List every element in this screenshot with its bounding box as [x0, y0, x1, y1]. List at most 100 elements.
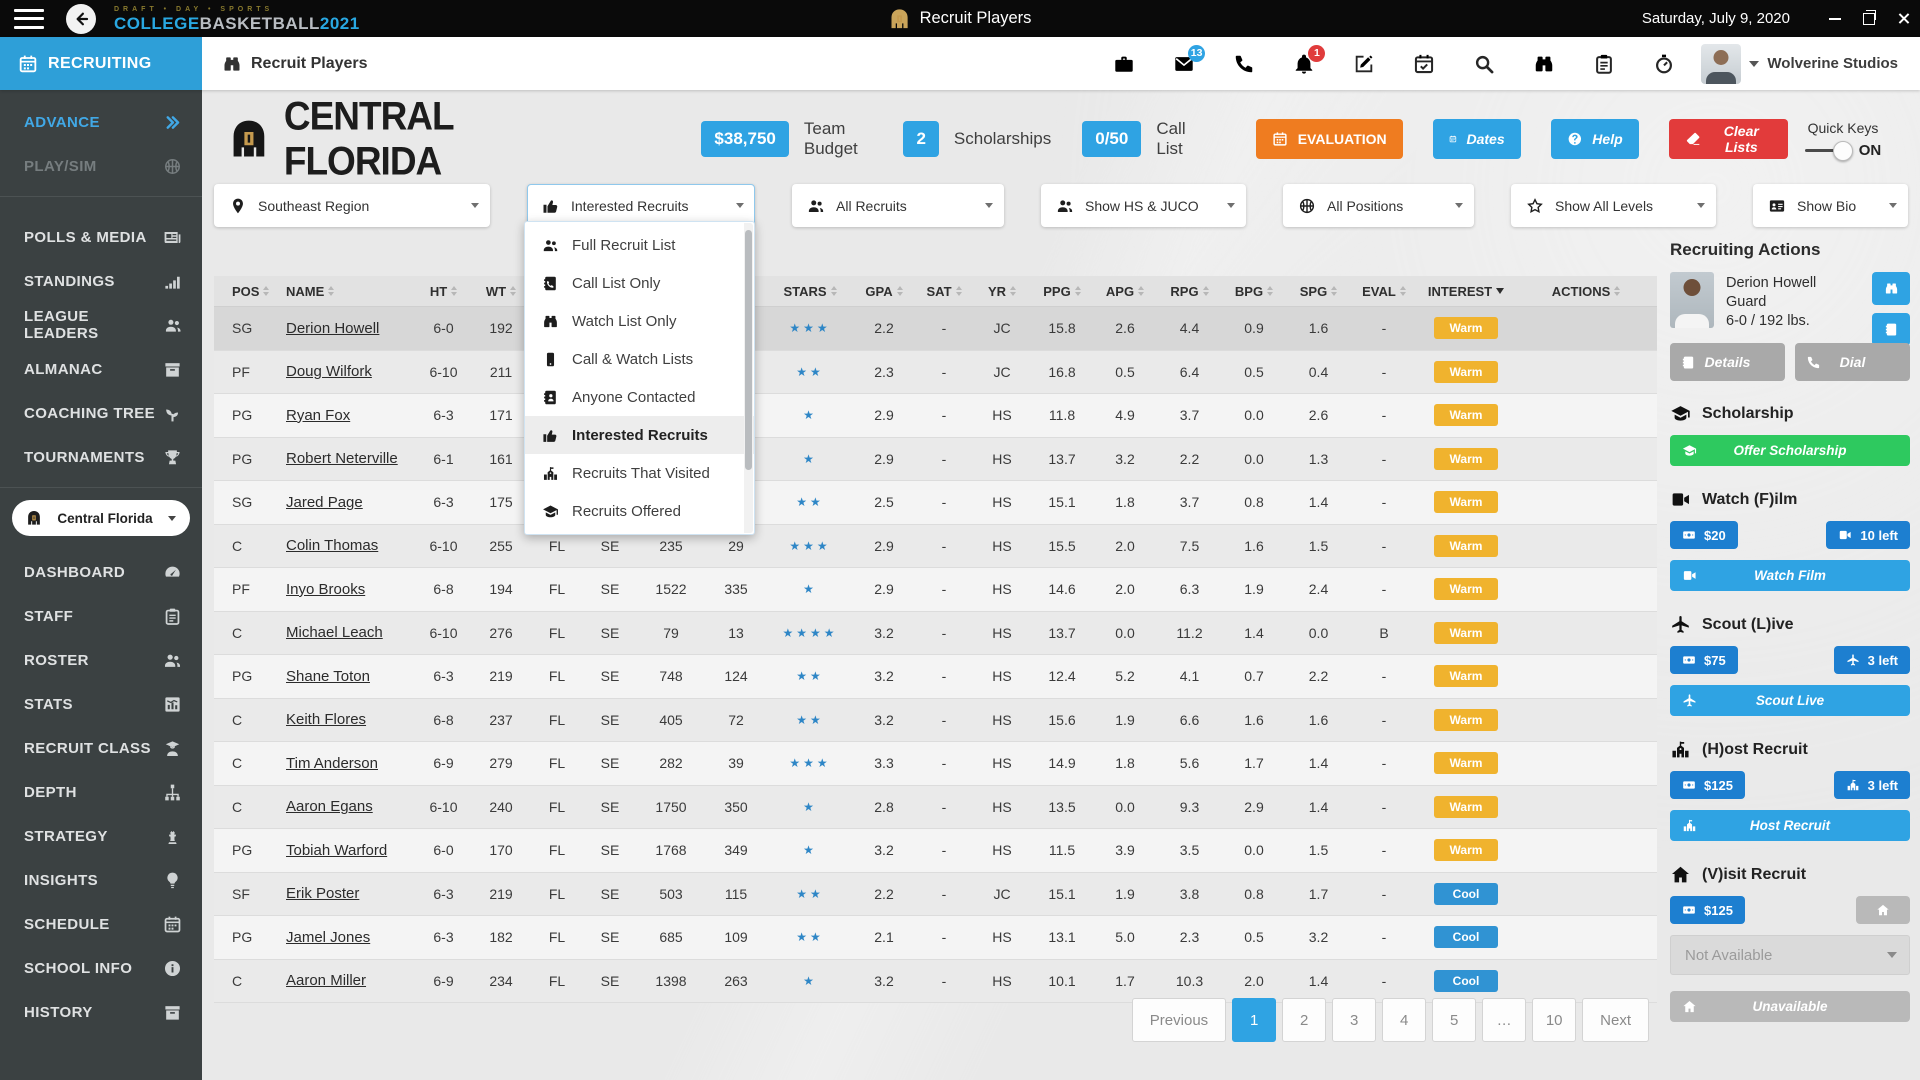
dropdown-item-anyone-contacted[interactable]: Anyone Contacted [525, 378, 754, 416]
filter-southeast-region[interactable]: Southeast Region [214, 184, 490, 227]
player-link[interactable]: Inyo Brooks [286, 581, 365, 598]
column-header-apg[interactable]: APG [1093, 284, 1157, 299]
filter-show-bio[interactable]: Show Bio [1753, 184, 1908, 227]
table-row[interactable]: CKeith Flores6-8237FLSE40572★★3.2-HS15.6… [214, 699, 1657, 743]
sidebar-item-history[interactable]: HISTORY [0, 990, 202, 1034]
sidebar-item-standings[interactable]: STANDINGS [0, 259, 202, 303]
player-link[interactable]: Erik Poster [286, 885, 359, 902]
table-row[interactable]: PGRobert Neterville6-1161★2.9-HS13.73.22… [214, 438, 1657, 482]
player-link[interactable]: Jared Page [286, 494, 363, 511]
sidebar-item-staff[interactable]: STAFF [0, 594, 202, 638]
visit-home-button[interactable] [1856, 896, 1910, 924]
table-row[interactable]: CAaron Egans6-10240FLSE1750350★2.8-HS13.… [214, 786, 1657, 830]
page-button-5[interactable]: 5 [1432, 998, 1476, 1042]
player-link[interactable]: Aaron Miller [286, 972, 366, 989]
minimize-button[interactable] [1818, 0, 1852, 37]
player-link[interactable]: Michael Leach [286, 624, 383, 641]
clear-lists-button[interactable]: Clear Lists [1669, 119, 1788, 159]
watch-film-button[interactable]: Watch Film [1670, 560, 1910, 591]
table-row[interactable]: CMichael Leach6-10276FLSE7913★★★★3.2-HS1… [214, 612, 1657, 656]
column-header-yr[interactable]: YR [973, 284, 1031, 299]
player-link[interactable]: Doug Wilfork [286, 363, 372, 380]
sidebar-item-roster[interactable]: ROSTER [0, 638, 202, 682]
player-link[interactable]: Robert Neterville [286, 450, 398, 467]
visit-availability-select[interactable]: Not Available [1670, 935, 1910, 975]
dropdown-item-call-watch-lists[interactable]: Call & Watch Lists [525, 340, 754, 378]
table-row[interactable]: PGJamel Jones6-3182FLSE685109★★2.1-HS13.… [214, 916, 1657, 960]
clipboard-icon[interactable] [1593, 53, 1615, 75]
column-header-bpg[interactable]: BPG [1222, 284, 1286, 299]
briefcase-icon[interactable] [1113, 53, 1135, 75]
search-icon[interactable] [1473, 53, 1495, 75]
sidebar-item-insights[interactable]: INSIGHTS [0, 858, 202, 902]
sidebar-item-schedule[interactable]: SCHEDULE [0, 902, 202, 946]
table-row[interactable]: PFDoug Wilfork6-10211★★2.3-JC16.80.56.40… [214, 351, 1657, 395]
help-button[interactable]: Help [1551, 119, 1639, 159]
mail-icon[interactable]: 13 [1173, 53, 1195, 75]
column-header-sat[interactable]: SAT [915, 284, 973, 299]
offer-scholarship-button[interactable]: Offer Scholarship [1670, 435, 1910, 466]
player-link[interactable]: Colin Thomas [286, 537, 378, 554]
table-row[interactable]: PGShane Toton6-3219FLSE748124★★3.2-HS12.… [214, 655, 1657, 699]
filter-show-all-levels[interactable]: Show All Levels [1511, 184, 1716, 227]
user-menu[interactable]: Wolverine Studios [1701, 44, 1898, 84]
compose-icon[interactable] [1353, 53, 1375, 75]
call-list-button[interactable] [1872, 313, 1910, 346]
sidebar-item-depth[interactable]: DEPTH [0, 770, 202, 814]
table-row[interactable]: SGDerion Howell6-0192★★★2.2-JC15.82.64.4… [214, 307, 1657, 351]
sidebar-item-play-sim[interactable]: PLAY/SIM [0, 144, 202, 188]
dropdown-item-recruits-offered[interactable]: Recruits Offered [525, 492, 754, 530]
dropdown-item-full-recruit-list[interactable]: Full Recruit List [525, 226, 754, 264]
page-button-2[interactable]: 2 [1282, 998, 1326, 1042]
sidebar-item-tournaments[interactable]: TOURNAMENTS [0, 435, 202, 479]
close-button[interactable] [1886, 0, 1920, 37]
page-button-3[interactable]: 3 [1332, 998, 1376, 1042]
column-header-name[interactable]: NAME [266, 284, 416, 299]
table-row[interactable]: CTim Anderson6-9279FLSE28239★★★3.3-HS14.… [214, 742, 1657, 786]
column-header-rpg[interactable]: RPG [1157, 284, 1222, 299]
player-link[interactable]: Tobiah Warford [286, 842, 387, 859]
table-row[interactable]: SGJared Page6-3175★★2.5-HS15.11.83.70.81… [214, 481, 1657, 525]
dropdown-item-interested-recruits[interactable]: Interested Recruits [525, 416, 754, 454]
calendar-check-icon[interactable] [1413, 53, 1435, 75]
table-row[interactable]: CColin Thomas6-10255FLSE23529★★★2.9-HS15… [214, 525, 1657, 569]
page-button-4[interactable]: 4 [1382, 998, 1426, 1042]
dropdown-item-recruits-that-visited[interactable]: Recruits That Visited [525, 454, 754, 492]
table-row[interactable]: SFErik Poster6-3219FLSE503115★★2.2-JC15.… [214, 873, 1657, 917]
binoculars-toolbar-icon[interactable] [1533, 53, 1555, 75]
column-header-gpa[interactable]: GPA [853, 284, 915, 299]
scout-live-button[interactable]: Scout Live [1670, 685, 1910, 716]
page-button-10[interactable]: 10 [1532, 998, 1576, 1042]
table-row[interactable]: PGTobiah Warford6-0170FLSE1768349★3.2-HS… [214, 829, 1657, 873]
column-header-ppg[interactable]: PPG [1031, 284, 1093, 299]
quick-keys-toggle[interactable] [1805, 149, 1849, 152]
filter-show-hs-juco[interactable]: Show HS & JUCO [1041, 184, 1246, 227]
filter-all-recruits[interactable]: All Recruits [792, 184, 1004, 227]
player-link[interactable]: Jamel Jones [286, 929, 370, 946]
player-link[interactable]: Keith Flores [286, 711, 366, 728]
dropdown-scrollbar[interactable] [744, 223, 753, 533]
player-link[interactable]: Derion Howell [286, 320, 379, 337]
table-row[interactable]: CAaron Miller6-9234FLSE1398263★3.2-HS10.… [214, 960, 1657, 1004]
sidebar-item-school-info[interactable]: SCHOOL INFO [0, 946, 202, 990]
sidebar-item-coaching-tree[interactable]: COACHING TREE [0, 391, 202, 435]
sidebar-item-league-leaders[interactable]: LEAGUE LEADERS [0, 303, 202, 347]
back-button[interactable] [66, 4, 96, 34]
column-header-wt[interactable]: WT [471, 284, 531, 299]
table-row[interactable]: PFInyo Brooks6-8194FLSE1522335★2.9-HS14.… [214, 568, 1657, 612]
sidebar-item-polls-media[interactable]: POLLS & MEDIA [0, 215, 202, 259]
phone-icon[interactable] [1233, 53, 1255, 75]
page-button-1[interactable]: 1 [1232, 998, 1276, 1042]
recruiting-tab[interactable]: RECRUITING [0, 37, 202, 90]
filter-all-positions[interactable]: All Positions [1283, 184, 1474, 227]
team-select[interactable]: Central Florida [12, 500, 190, 536]
restore-button[interactable] [1852, 0, 1886, 37]
dropdown-item-call-list-only[interactable]: Call List Only [525, 264, 754, 302]
bell-icon[interactable]: 1 [1293, 53, 1315, 75]
sidebar-item-stats[interactable]: STATS [0, 682, 202, 726]
dropdown-item-watch-list-only[interactable]: Watch List Only [525, 302, 754, 340]
sidebar-item-advance[interactable]: ADVANCE [0, 100, 202, 144]
host-recruit-button[interactable]: Host Recruit [1670, 810, 1910, 841]
player-link[interactable]: Tim Anderson [286, 755, 378, 772]
previous-page-button[interactable]: Previous [1132, 998, 1226, 1042]
